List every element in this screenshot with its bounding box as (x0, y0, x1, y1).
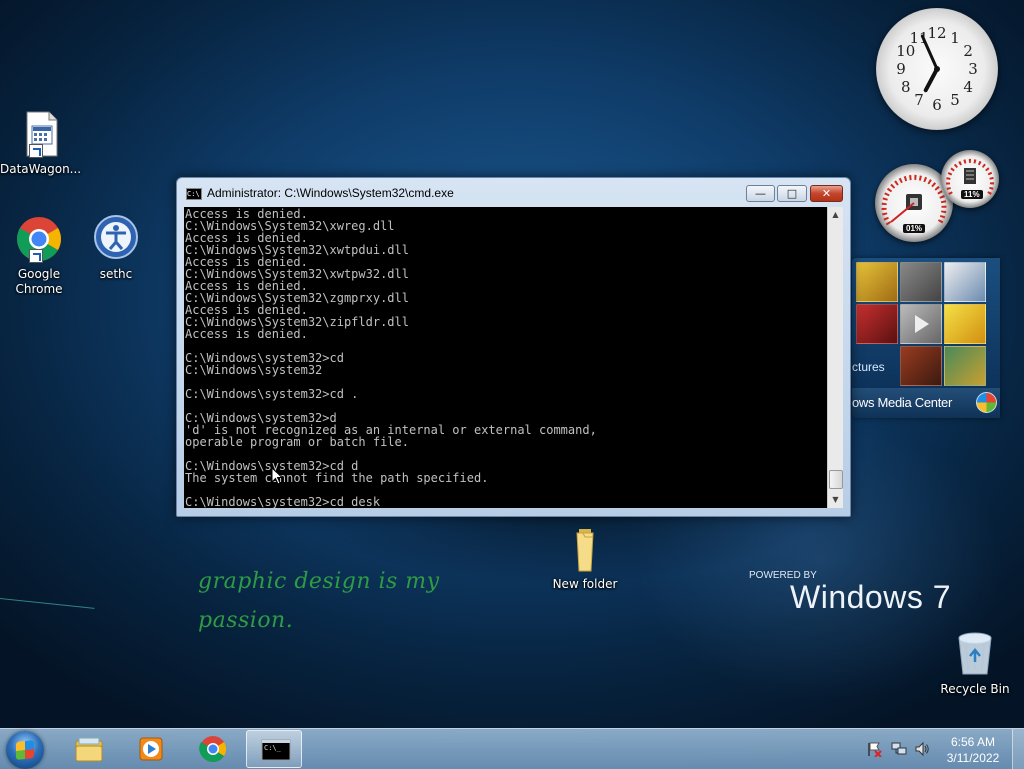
memory-gauge: 11% (941, 150, 999, 208)
memory-readout: 11% (961, 190, 983, 199)
clock-numeral: 3 (968, 60, 978, 78)
clock-face: 12 1234567891011 (896, 24, 978, 114)
clock-numeral: 2 (963, 42, 973, 60)
close-button[interactable]: ✕ (810, 185, 843, 202)
console-output[interactable]: Access is denied. C:\Windows\System32\xw… (184, 207, 827, 508)
volume-icon[interactable] (914, 741, 930, 757)
clock-numeral: 5 (950, 91, 960, 109)
cmd-title-icon: C:\ (186, 188, 202, 200)
shortcut-arrow-icon (29, 249, 43, 263)
media-tile[interactable] (900, 262, 942, 302)
clock-numeral: 6 (932, 96, 942, 114)
cmd-titlebar[interactable]: C:\ Administrator: C:\Windows\System32\c… (177, 178, 850, 208)
start-button[interactable] (6, 731, 44, 769)
cmd-window-title: Administrator: C:\Windows\System32\cmd.e… (207, 186, 454, 200)
console-text: Access is denied. C:\Windows\System32\xw… (185, 207, 597, 508)
mouse-cursor-icon (271, 467, 283, 485)
desktop-icon-label: New folder (552, 577, 618, 591)
tagline-line-2: passion. (198, 608, 294, 633)
console-scrollbar[interactable]: ▲ ▼ (827, 207, 843, 508)
clock-numeral: 7 (914, 91, 924, 109)
media-tile[interactable] (944, 262, 986, 302)
tagline-line-1: graphic design is my (198, 569, 440, 594)
maximize-button[interactable]: □ (777, 185, 807, 202)
windows-logo-icon (16, 740, 34, 760)
media-tile[interactable] (944, 346, 986, 386)
taskbar-item-media-player[interactable] (122, 730, 178, 768)
chrome-icon (15, 215, 63, 263)
cpu-meter-gadget[interactable]: 01% 11% (873, 150, 1003, 245)
folder-icon (561, 525, 609, 573)
clock-numeral: 4 (963, 78, 973, 96)
clock-center (934, 66, 940, 72)
taskbar-clock[interactable]: 6:56 AM 3/11/2022 (940, 734, 1006, 766)
desktop-icon-label: Google Chrome (15, 267, 63, 296)
taskbar-time: 6:56 AM (950, 735, 996, 749)
taskbar: C:\_ 6:56 AM 3/11/2022 (0, 728, 1024, 769)
minimize-icon: — (755, 187, 766, 200)
media-tile[interactable] (856, 304, 898, 344)
media-center-bar[interactable]: ows Media Center (852, 388, 1000, 418)
show-desktop-button[interactable] (1012, 729, 1024, 769)
clock-numeral: 8 (901, 78, 911, 96)
datawagon-document-icon (15, 110, 63, 158)
media-tile[interactable] (944, 304, 986, 344)
wallpaper-streak (0, 598, 95, 627)
windows-logo-icon (976, 392, 997, 413)
explorer-folder-icon (75, 737, 103, 762)
scroll-down-icon[interactable]: ▼ (828, 492, 843, 507)
cmd-window[interactable]: C:\ Administrator: C:\Windows\System32\c… (176, 177, 851, 517)
media-tile[interactable] (900, 346, 942, 386)
desktop-icon-sethc[interactable]: sethc (77, 215, 155, 282)
taskbar-item-chrome[interactable] (184, 730, 240, 768)
clock-numeral: 1 (950, 29, 960, 47)
desktop-icon-datawagon[interactable]: DataWagon... (0, 110, 82, 177)
desktop-icon-label: DataWagon... (0, 162, 82, 176)
cmd-icon-text: C:\_ (264, 744, 281, 752)
action-center-flag-icon[interactable] (866, 741, 882, 757)
minimize-button[interactable]: — (746, 185, 775, 202)
desktop-icon-recycle-bin[interactable]: Recycle Bin (936, 630, 1014, 697)
desktop-icon-google-chrome[interactable]: Google Chrome (0, 215, 78, 297)
scroll-up-icon[interactable]: ▲ (828, 207, 843, 222)
clock-numeral: 9 (896, 60, 906, 78)
media-center-title: ows Media Center (852, 395, 952, 410)
clock-numeral: 12 (927, 24, 946, 42)
sethc-icon (92, 215, 140, 263)
clock-gadget[interactable]: 12 1 2 3 4 5 6 7 8 9 10 11 (876, 8, 998, 130)
media-tile[interactable] (900, 304, 942, 344)
network-icon[interactable] (891, 741, 907, 757)
play-icon (915, 315, 929, 333)
media-tile-label: ctures (852, 360, 885, 374)
chrome-icon (199, 736, 227, 763)
taskbar-date: 3/11/2022 (946, 751, 1000, 765)
close-icon: ✕ (821, 187, 832, 200)
taskbar-item-explorer[interactable] (60, 730, 116, 768)
desktop-icon-label: Recycle Bin (940, 682, 1010, 696)
shortcut-arrow-icon (29, 144, 43, 158)
maximize-icon: □ (786, 187, 798, 200)
cpu-readout: 01% (903, 224, 926, 233)
taskbar-item-command-prompt[interactable]: C:\_ (246, 730, 302, 768)
clock-hour-hand (923, 67, 939, 93)
media-player-icon (139, 737, 163, 761)
desktop-icon-label: sethc (99, 267, 133, 281)
scroll-thumb[interactable] (829, 470, 843, 489)
media-center-gadget[interactable]: ctures ows Media Center (852, 258, 1000, 418)
wallpaper-tagline: graphic design is my passion. (198, 562, 440, 640)
recycle-bin-icon (951, 630, 999, 678)
windows-7-logo-text: Windows 7 (790, 579, 951, 615)
media-tile[interactable] (856, 262, 898, 302)
desktop-icon-new-folder[interactable]: New folder (546, 525, 624, 592)
